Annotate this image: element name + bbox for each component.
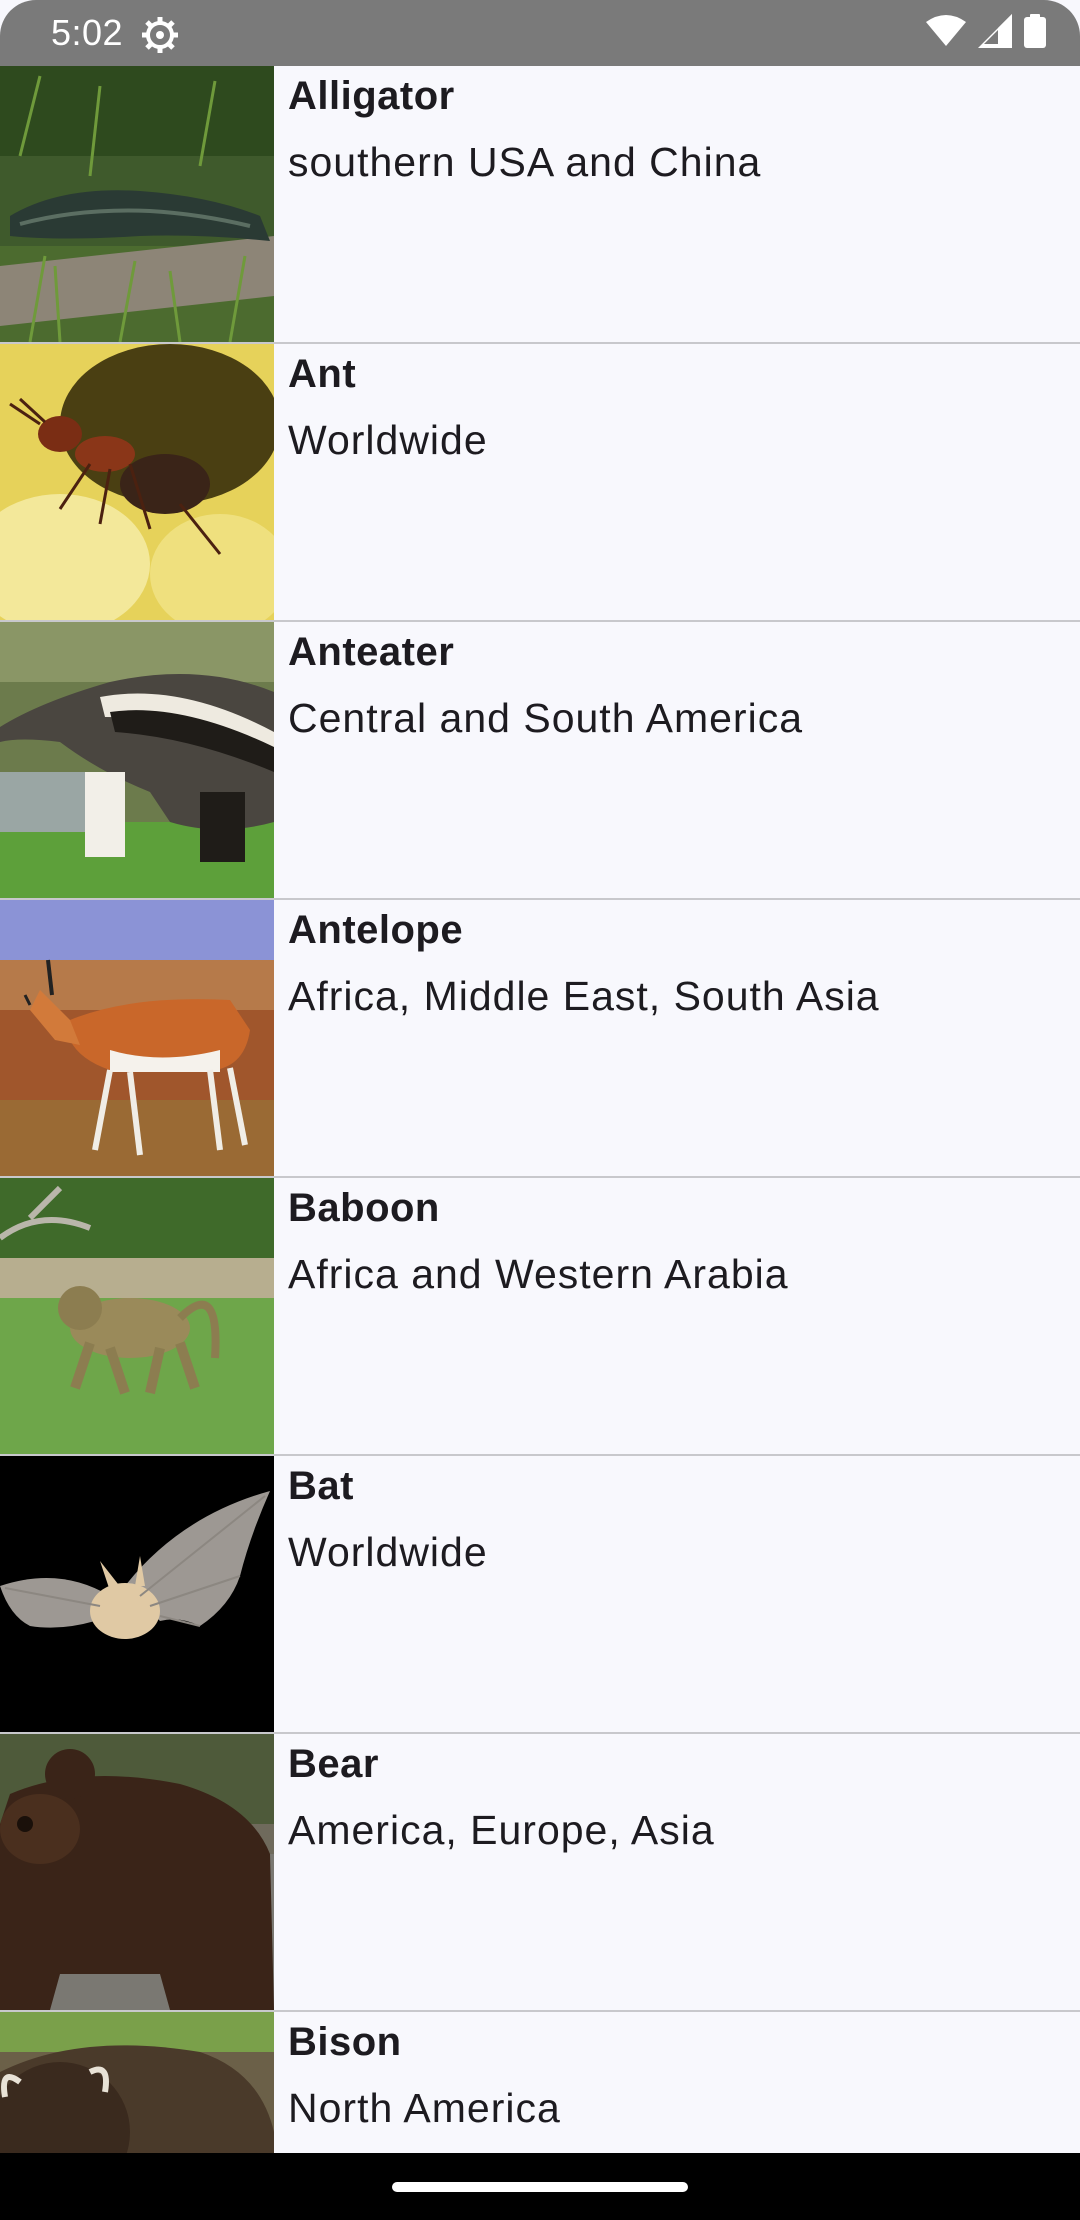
- animal-region: Central and South America: [288, 695, 803, 741]
- list-item-baboon[interactable]: Baboon Africa and Western Arabia: [0, 1178, 1080, 1456]
- status-icons: [926, 14, 1046, 48]
- home-gesture-handle[interactable]: [392, 2182, 688, 2192]
- list-item-bat[interactable]: Bat Worldwide: [0, 1456, 1080, 1734]
- list-item-anteater[interactable]: Anteater Central and South America: [0, 622, 1080, 900]
- animal-region: Worldwide: [288, 417, 488, 463]
- battery-icon: [1024, 14, 1046, 48]
- bat-photo: [0, 1456, 274, 1732]
- baboon-photo: [0, 1178, 274, 1454]
- bear-photo: [0, 1734, 274, 2010]
- animal-region: Africa and Western Arabia: [288, 1251, 789, 1297]
- settings-gear-icon: [142, 17, 178, 53]
- animal-name: Baboon: [288, 1186, 440, 1230]
- animal-region: North America: [288, 2085, 561, 2131]
- status-time: 5:02: [51, 12, 124, 53]
- animal-region: America, Europe, Asia: [288, 1807, 715, 1853]
- list-item-bison[interactable]: Bison North America: [0, 2012, 1080, 2153]
- wifi-icon: [926, 15, 966, 46]
- ant-photo: [0, 344, 274, 620]
- navigation-bar: [0, 2153, 1080, 2220]
- animal-name: Bat: [288, 1464, 354, 1508]
- animal-region: Africa, Middle East, South Asia: [288, 973, 880, 1019]
- anteater-photo: [0, 622, 274, 898]
- animal-region: Worldwide: [288, 1529, 488, 1575]
- animal-name: Alligator: [288, 74, 455, 118]
- list-item-ant[interactable]: Ant Worldwide: [0, 344, 1080, 622]
- antelope-photo: [0, 900, 274, 1176]
- animal-name: Bison: [288, 2020, 402, 2064]
- signal-icon: [978, 14, 1012, 48]
- animal-region: southern USA and China: [288, 139, 762, 185]
- bison-photo: [0, 2012, 274, 2153]
- status-bar: 5:02: [0, 0, 1080, 66]
- list-item-antelope[interactable]: Antelope Africa, Middle East, South Asia: [0, 900, 1080, 1178]
- animal-name: Bear: [288, 1742, 379, 1786]
- animal-list[interactable]: Alligator southern USA and China Ant Wor…: [0, 66, 1080, 2153]
- animal-name: Ant: [288, 352, 357, 396]
- alligator-photo: [0, 66, 274, 342]
- list-item-alligator[interactable]: Alligator southern USA and China: [0, 66, 1080, 344]
- animal-name: Anteater: [288, 630, 455, 674]
- animal-list-screen: 5:02 Alligator southern USA and China An…: [0, 0, 1080, 2220]
- animal-name: Antelope: [288, 908, 464, 952]
- list-item-bear[interactable]: Bear America, Europe, Asia: [0, 1734, 1080, 2012]
